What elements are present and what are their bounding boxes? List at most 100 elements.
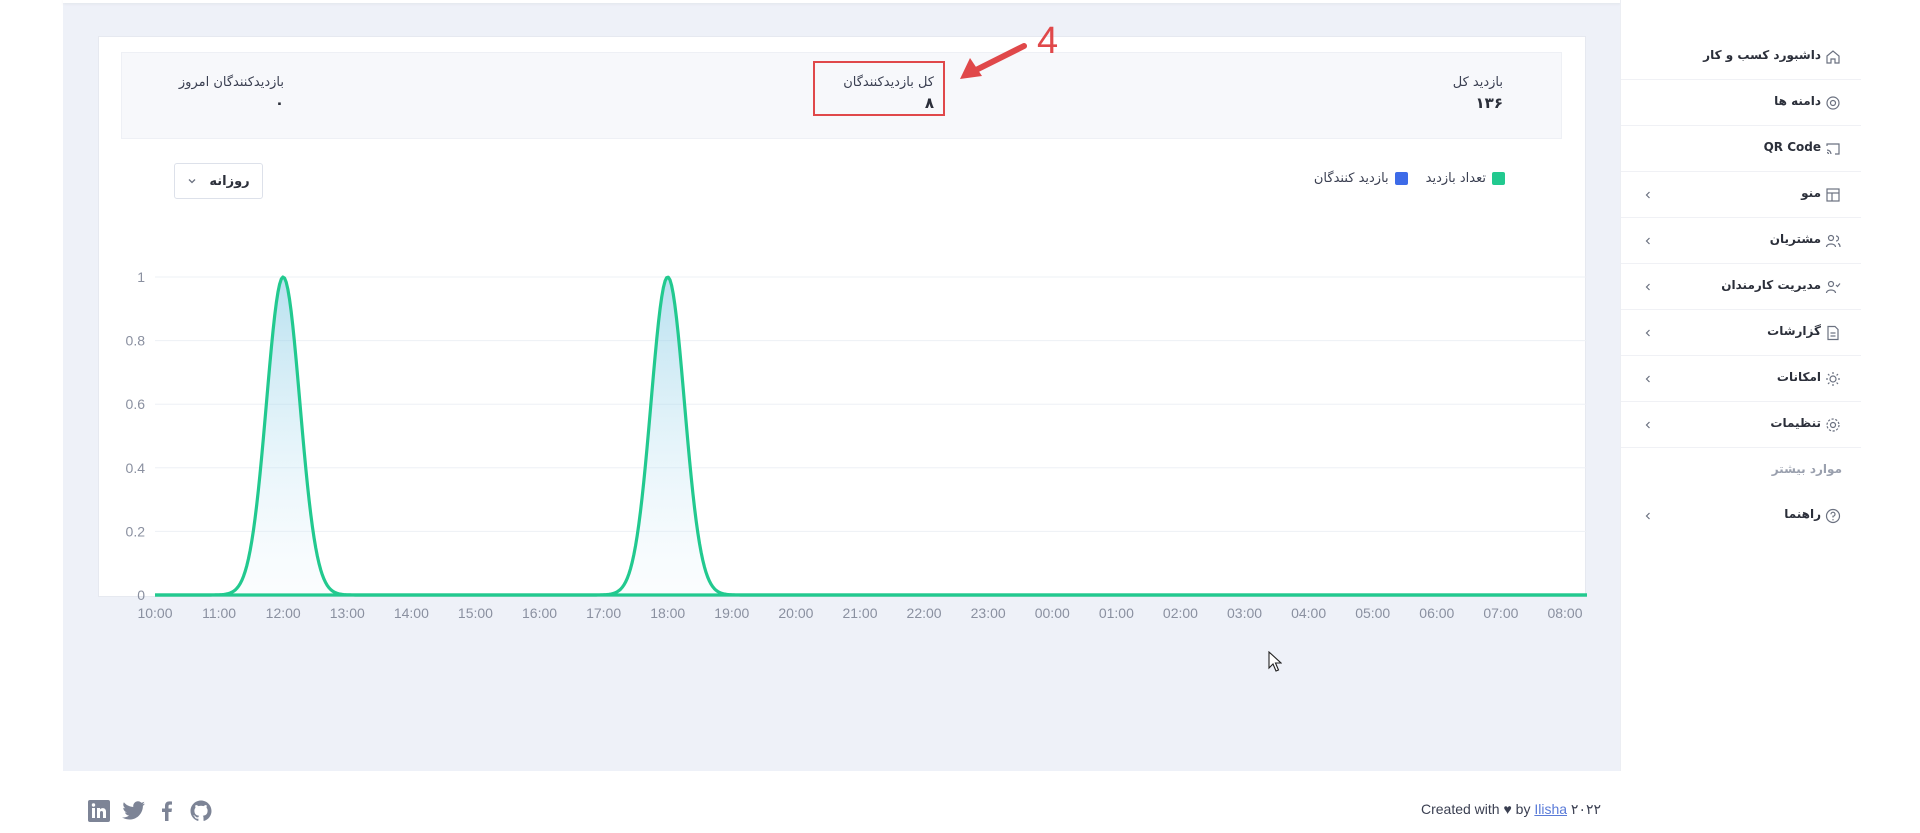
x-tick-label: 10:00 (137, 605, 172, 621)
sidebar-item-label: تنظیمات (1770, 416, 1821, 430)
chevron-left-icon (1645, 375, 1650, 383)
stat-total-visits-label: بازدید کل (1452, 75, 1503, 90)
linkedin-icon[interactable] (87, 799, 111, 823)
visits-chart: 0 0.2 0.4 0.6 0.8 1 10:00 11:00 12:00 13:00 14:00 1… (126, 269, 1587, 621)
annotation-highlight-box (813, 61, 945, 116)
github-icon[interactable] (189, 799, 213, 823)
x-tick-label: 01:00 (1099, 605, 1134, 621)
stat-today-visitors: بازدیدکنندگان امروز ۰ (179, 75, 284, 112)
legend-label-visitors: بازدید کنندگان (1313, 171, 1389, 186)
x-tick-label: 08:00 (1547, 605, 1582, 621)
x-tick-label: 06:00 (1419, 605, 1454, 621)
x-tick-label: 19:00 (714, 605, 749, 621)
footer: Created with ♥ by Ilisha ۲۰۲۲ (63, 771, 1621, 833)
legend-swatch-visits (1492, 172, 1505, 185)
sidebar-item-label: گزارشات (1767, 324, 1821, 338)
x-tick-label: 21:00 (842, 605, 877, 621)
area-fill-visits (155, 277, 1587, 595)
footer-year: ۲۰۲۲ (1570, 801, 1601, 817)
twitter-icon[interactable] (121, 799, 145, 823)
layout-icon (1826, 188, 1840, 202)
sidebar-item-label: امکانات (1776, 370, 1821, 384)
footer-credit: Created with ♥ by Ilisha ۲۰۲۲ (1421, 801, 1601, 818)
home-icon (1826, 50, 1840, 64)
sidebar-item-qr-code[interactable]: QR Code (1621, 126, 1861, 172)
user-check-icon (1825, 280, 1841, 294)
chevron-left-icon (1645, 329, 1650, 337)
sidebar-section-more: موارد بیشتر (1771, 462, 1842, 476)
legend-label-visits: تعداد بازدید (1425, 171, 1486, 186)
sidebar-item-domains[interactable]: دامنه ها (1621, 80, 1861, 126)
sidebar-item-features[interactable]: امکانات (1621, 356, 1861, 402)
y-tick-label: 0.4 (126, 460, 146, 476)
x-tick-label: 16:00 (522, 605, 557, 621)
x-tick-label: 18:00 (650, 605, 685, 621)
x-tick-label: 22:00 (907, 605, 942, 621)
stat-today-visitors-label: بازدیدکنندگان امروز (178, 75, 284, 90)
social-links (87, 799, 213, 823)
sidebar-item-label: QR Code (1763, 140, 1821, 154)
stat-total-visits-value: ۱۳۶ (1475, 94, 1503, 112)
range-select-value: روزانه (209, 173, 250, 189)
sidebar-item-label: مدیریت کارمندان (1721, 278, 1821, 292)
legend-item-visits[interactable]: تعداد بازدید (1426, 171, 1505, 186)
y-tick-label: 1 (137, 269, 145, 285)
visits-report-card: بازدید کل ۱۳۶ کل بازدیدکنندگان ۸ بازدیدک… (98, 36, 1587, 621)
sidebar-item-staff[interactable]: مدیریت کارمندان (1621, 264, 1861, 310)
legend-item-visitors[interactable]: بازدید کنندگان (1314, 171, 1408, 186)
cast-icon (1826, 143, 1840, 155)
stat-today-visitors-value: ۰ (274, 94, 284, 112)
x-tick-label: 20:00 (778, 605, 813, 621)
mouse-cursor-icon (1268, 651, 1282, 672)
x-tick-label: 00:00 (1035, 605, 1070, 621)
chevron-left-icon (1645, 237, 1650, 245)
sidebar-item-dashboard[interactable]: داشبورد کسب و کار (1621, 34, 1861, 80)
chevron-down-icon (188, 179, 196, 184)
facebook-icon[interactable] (155, 799, 179, 823)
at-sign-icon (1826, 96, 1840, 110)
sidebar-item-settings[interactable]: تنظیمات (1621, 402, 1861, 448)
sidebar-item-customers[interactable]: مشتریان (1621, 218, 1861, 264)
sidebar-item-label: دامنه ها (1774, 94, 1821, 108)
help-circle-icon (1825, 508, 1841, 524)
sidebar-item-label: داشبورد کسب و کار (1703, 48, 1821, 62)
x-tick-label: 17:00 (586, 605, 621, 621)
sidebar-item-reports[interactable]: گزارشات (1621, 310, 1861, 356)
users-icon (1825, 234, 1841, 248)
sun-icon (1826, 372, 1840, 386)
sidebar: داشبورد کسب و کار دامنه ها QR Code منو م… (1620, 0, 1861, 833)
y-tick-label: 0.6 (126, 396, 146, 412)
sidebar-item-label: منو (1801, 186, 1821, 200)
chevron-left-icon (1645, 283, 1650, 291)
sidebar-item-label: مشتریان (1769, 232, 1821, 246)
x-tick-label: 23:00 (971, 605, 1006, 621)
sidebar-item-label: راهنما (1784, 507, 1821, 521)
series-line-visits (155, 275, 1587, 597)
x-tick-label: 15:00 (458, 605, 493, 621)
file-text-icon (1827, 325, 1839, 341)
footer-author-link[interactable]: Ilisha (1534, 801, 1567, 817)
legend-swatch-visitors (1394, 172, 1408, 185)
x-tick-label: 11:00 (202, 605, 236, 621)
x-tick-label: 02:00 (1163, 605, 1198, 621)
x-tick-label: 07:00 (1483, 605, 1518, 621)
x-tick-label: 04:00 (1291, 605, 1326, 621)
stat-total-visits: بازدید کل ۱۳۶ (1453, 75, 1503, 112)
chevron-left-icon (1645, 512, 1650, 520)
y-tick-label: 0.8 (126, 333, 146, 349)
x-tick-label: 13:00 (330, 605, 365, 621)
chart-legend: تعداد بازدید بازدید کنندگان (1314, 171, 1505, 186)
x-tick-label: 12:00 (266, 605, 301, 621)
x-tick-label: 03:00 (1227, 605, 1262, 621)
sidebar-item-help[interactable]: راهنما (1621, 493, 1861, 539)
range-select[interactable]: روزانه (174, 163, 263, 199)
y-tick-label: 0.2 (126, 523, 146, 539)
x-tick-label: 05:00 (1355, 605, 1390, 621)
annotation-step-number: 4 (1037, 20, 1059, 62)
sidebar-item-menu[interactable]: منو (1621, 172, 1861, 218)
header-strip (63, 0, 1621, 3)
annotation-arrow-icon (960, 43, 1027, 79)
x-tick-label: 14:00 (394, 605, 429, 621)
chevron-left-icon (1645, 421, 1650, 429)
y-tick-label: 0 (137, 587, 145, 603)
